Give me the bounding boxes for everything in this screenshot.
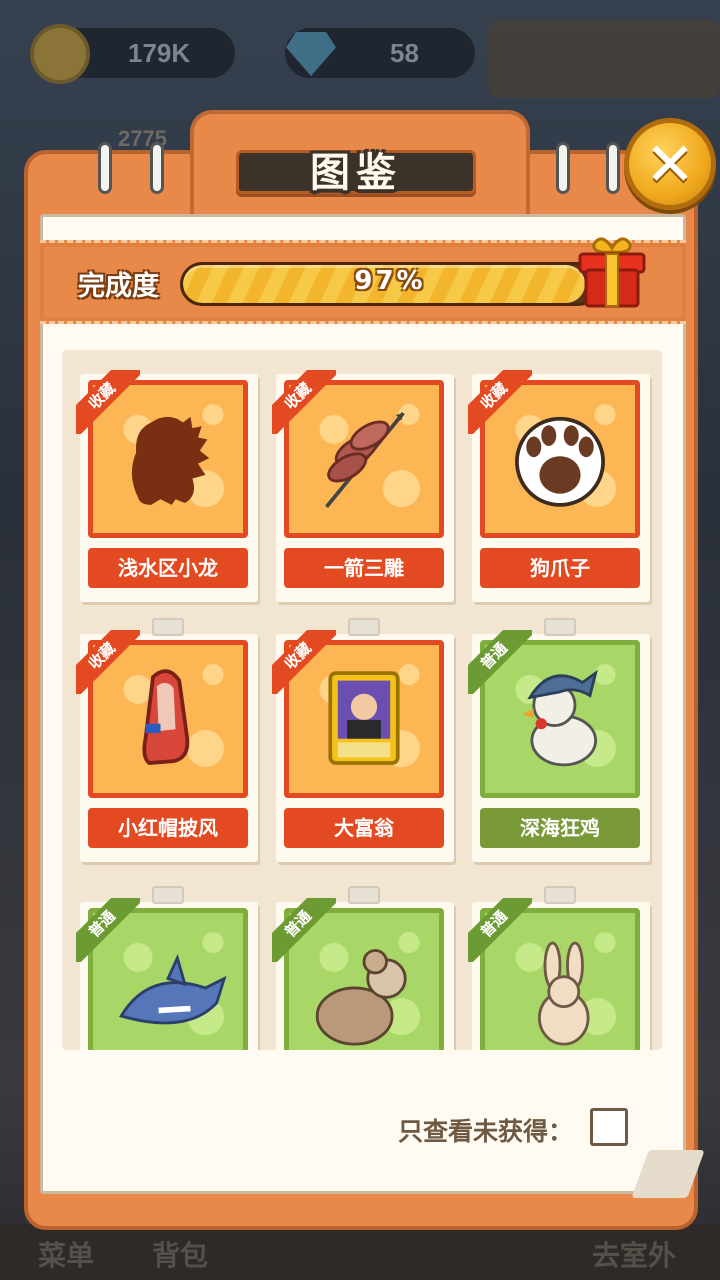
rarity-tag: 普通 — [468, 898, 532, 962]
progress-label: 完成度 — [78, 271, 159, 302]
collection-card[interactable]: 普通深海狂鸡 — [468, 618, 650, 862]
progress-percent: 97% — [354, 266, 426, 296]
filter-label: 只查看未获得： — [398, 1117, 574, 1146]
collection-card[interactable]: 收藏一箭三雕 — [272, 370, 454, 602]
item-name: 小红帽披风 — [88, 808, 248, 848]
paper-clip — [152, 618, 184, 636]
rarity-tag: 收藏 — [76, 630, 140, 694]
close-icon: ✕ — [644, 130, 696, 200]
page-title: 图鉴 — [310, 150, 402, 196]
coin-value: 179K — [128, 38, 191, 68]
rarity-tag: 收藏 — [272, 370, 336, 434]
binder-ring — [556, 142, 570, 194]
binder-ring — [150, 142, 164, 194]
coin-icon — [30, 24, 90, 84]
paper-clip — [348, 618, 380, 636]
rarity-tag: 普通 — [468, 630, 532, 694]
go-outside-button: 去室外 — [592, 1239, 677, 1272]
rarity-tag: 收藏 — [272, 630, 336, 694]
collection-card[interactable]: 普通 — [468, 886, 650, 1050]
collection-card[interactable]: 收藏大富翁 — [272, 618, 454, 862]
rarity-ribbon: 普通 — [468, 898, 532, 962]
rarity-ribbon: 普通 — [468, 630, 532, 694]
paper-clip — [544, 886, 576, 904]
item-name: 一箭三雕 — [284, 548, 444, 588]
backpack-button: 背包 — [152, 1239, 209, 1272]
rarity-ribbon: 收藏 — [272, 630, 336, 694]
rarity-ribbon: 普通 — [76, 898, 140, 962]
rarity-ribbon: 普通 — [272, 898, 336, 962]
paper-clip — [152, 886, 184, 904]
collection-card[interactable]: 普通 — [272, 886, 454, 1050]
item-name: 深海狂鸡 — [480, 808, 640, 848]
item-name: 浅水区小龙 — [88, 548, 248, 588]
collection-grid: 收藏 浅水区小龙 收藏 一箭三雕 收藏 狗爪子 收藏 小红帽披风 收藏 大富翁 普通 深海狂鸡 普通 普通… — [62, 350, 662, 1050]
close-button[interactable]: ✕ — [624, 118, 716, 210]
rarity-tag: 收藏 — [468, 370, 532, 434]
gem-value: 58 — [390, 38, 419, 68]
gift-box-icon[interactable] — [572, 230, 652, 310]
rarity-tag: 普通 — [272, 898, 336, 962]
top-banner — [488, 20, 720, 98]
rarity-ribbon: 收藏 — [76, 630, 140, 694]
unobtained-filter-checkbox[interactable] — [590, 1108, 628, 1146]
rarity-ribbon: 收藏 — [272, 370, 336, 434]
rarity-ribbon: 收藏 — [468, 370, 532, 434]
menu-button: 菜单 — [38, 1239, 95, 1272]
rarity-tag: 收藏 — [76, 370, 140, 434]
collection-card[interactable]: 收藏狗爪子 — [468, 370, 650, 602]
paper-clip — [544, 618, 576, 636]
rarity-ribbon: 收藏 — [76, 370, 140, 434]
collection-card[interactable]: 普通 — [76, 886, 258, 1050]
collection-card[interactable]: 收藏浅水区小龙 — [76, 370, 258, 602]
item-name: 狗爪子 — [480, 548, 640, 588]
bottom-bar: 菜单 背包 去室外 — [0, 1224, 720, 1280]
binder-ring — [98, 142, 112, 194]
binder-ring — [606, 142, 620, 194]
rarity-tag: 普通 — [76, 898, 140, 962]
collection-card[interactable]: 收藏小红帽披风 — [76, 618, 258, 862]
paper-clip — [348, 886, 380, 904]
item-name: 大富翁 — [284, 808, 444, 848]
